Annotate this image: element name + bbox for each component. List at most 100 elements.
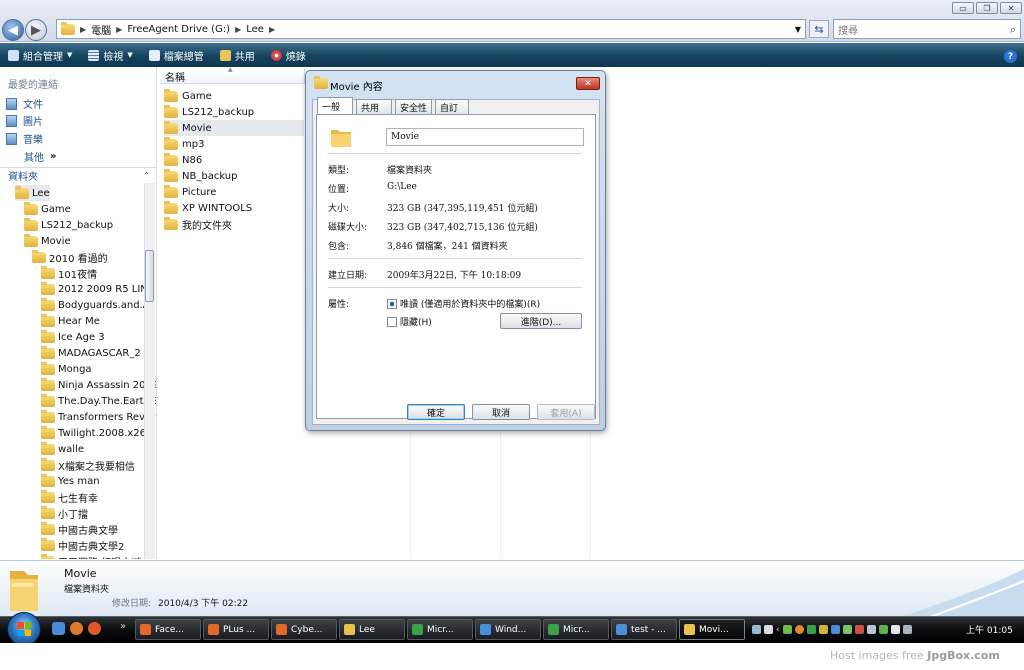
forward-button[interactable]: ▶ xyxy=(25,19,47,41)
favorite-documents[interactable]: 文件 xyxy=(6,96,43,111)
file-item[interactable]: Picture xyxy=(164,184,304,200)
tree-item[interactable]: Monga xyxy=(41,361,92,377)
tree-item[interactable]: Bodyguards.and.As xyxy=(41,297,155,313)
chevron-left-icon[interactable]: ‹ xyxy=(776,625,780,635)
burn-button[interactable]: 燒錄 xyxy=(263,43,314,67)
address-dropdown-icon[interactable]: ▼ xyxy=(795,25,801,34)
tab-sharing[interactable]: 共用 xyxy=(356,99,392,114)
breadcrumb-drive[interactable]: FreeAgent Drive (G:) xyxy=(127,24,230,35)
search-input[interactable]: 搜尋 ⌕ xyxy=(833,19,1021,39)
tray-app-icon[interactable] xyxy=(818,625,828,634)
tray-app-icon[interactable] xyxy=(794,625,804,634)
breadcrumb-computer[interactable]: 電腦 xyxy=(91,22,111,37)
tab-customize[interactable]: 自訂 xyxy=(435,99,469,114)
taskbar-clock[interactable]: 上午 01:05 xyxy=(966,623,1013,636)
tray-keyboard-icon[interactable] xyxy=(752,625,761,634)
tray-app-icon[interactable] xyxy=(866,625,876,634)
taskbar-button[interactable]: Wind... xyxy=(475,619,541,640)
organize-button[interactable]: 組合管理 ▼ xyxy=(0,43,80,67)
tree-item[interactable]: Hear Me xyxy=(41,313,100,329)
favorite-pictures[interactable]: 圖片 xyxy=(6,113,43,128)
taskbar-button[interactable]: test - ... xyxy=(611,619,677,640)
tray-app-icon[interactable] xyxy=(806,625,816,634)
search-icon[interactable]: ⌕ xyxy=(1010,23,1016,37)
refresh-button[interactable]: ⇆ xyxy=(809,20,829,38)
tray-volume-icon[interactable] xyxy=(902,625,912,634)
file-item[interactable]: N86 xyxy=(164,152,304,168)
tab-general[interactable]: 一般 xyxy=(317,97,353,115)
taskbar-button[interactable]: Micr... xyxy=(543,619,609,640)
tray-pen-icon[interactable] xyxy=(764,625,773,634)
tab-security[interactable]: 安全性 xyxy=(395,99,432,114)
tree-item[interactable]: Lee xyxy=(15,185,50,201)
double-chevron-icon[interactable]: » xyxy=(120,621,126,632)
share-button[interactable]: 共用 xyxy=(212,43,263,67)
views-button[interactable]: 檢視 ▼ xyxy=(80,43,140,67)
tree-item[interactable]: Movie xyxy=(24,233,71,249)
tree-item[interactable]: 2010 看過的 xyxy=(32,249,108,265)
tree-item[interactable]: Ninja Assassin 2009 xyxy=(41,377,156,393)
tray-app-icon[interactable] xyxy=(830,625,840,634)
tree-item[interactable]: MADAGASCAR_2 xyxy=(41,345,141,361)
tree-item[interactable]: Game xyxy=(24,201,71,217)
maximize-button[interactable]: ❐ xyxy=(976,2,998,14)
cancel-button[interactable]: 取消 xyxy=(472,404,530,420)
firefox-icon[interactable] xyxy=(88,622,101,635)
file-item[interactable]: Game xyxy=(164,88,304,104)
favorite-music[interactable]: 音樂 xyxy=(6,131,43,146)
close-window-button[interactable]: ✕ xyxy=(1000,2,1022,14)
folders-header[interactable]: 資料夾 ⌃ xyxy=(0,167,156,183)
address-path[interactable]: ▶ 電腦 ▶ FreeAgent Drive (G:) ▶ Lee ▶ ▼ xyxy=(56,19,806,39)
tree-item[interactable]: 天天賽跑 紅眼之謎 xyxy=(41,553,141,559)
tree-item[interactable]: 中國古典文學2 xyxy=(41,537,124,553)
file-item[interactable]: Movie xyxy=(164,120,304,136)
tree-item[interactable]: 2012 2009 R5 LINE xyxy=(41,281,154,297)
tray-app-icon[interactable] xyxy=(878,625,888,634)
explore-button[interactable]: 檔案總管 xyxy=(141,43,212,67)
tree-scrollbar[interactable] xyxy=(144,183,155,559)
file-item[interactable]: LS212_backup xyxy=(164,104,304,120)
tree-item[interactable]: 七生有幸 xyxy=(41,489,98,505)
advanced-button[interactable]: 進階(D)... xyxy=(500,313,582,329)
hidden-checkbox[interactable]: 隱藏(H) xyxy=(387,315,432,328)
dialog-close-button[interactable]: ✕ xyxy=(576,77,600,90)
help-icon[interactable]: ? xyxy=(1004,50,1017,63)
favorites-more[interactable]: 其他 » xyxy=(24,149,56,164)
breadcrumb-lee[interactable]: Lee xyxy=(246,24,264,35)
file-item[interactable]: NB_backup xyxy=(164,168,304,184)
start-button[interactable] xyxy=(7,612,41,646)
browser-icon[interactable] xyxy=(70,622,83,635)
tree-item[interactable]: Twilight.2008.x264. xyxy=(41,425,156,441)
file-item[interactable]: mp3 xyxy=(164,136,304,152)
file-item[interactable]: XP WINTOOLS xyxy=(164,200,304,216)
tree-item[interactable]: 中國古典文學 xyxy=(41,521,118,537)
taskbar-button[interactable]: Movi... xyxy=(679,619,745,640)
tray-network-icon[interactable] xyxy=(890,625,900,634)
show-desktop-icon[interactable] xyxy=(52,622,65,635)
tree-item[interactable]: Yes man xyxy=(41,473,100,489)
apply-button[interactable]: 套用(A) xyxy=(537,404,595,420)
minimize-button[interactable]: ▭ xyxy=(952,2,974,14)
ok-button[interactable]: 確定 xyxy=(407,404,465,420)
taskbar-button[interactable]: Face... xyxy=(135,619,201,640)
taskbar-button[interactable]: Micr... xyxy=(407,619,473,640)
tree-item[interactable]: 小丁擋 xyxy=(41,505,88,521)
tree-item[interactable]: Transformers Rever xyxy=(41,409,155,425)
tree-scroll-thumb[interactable] xyxy=(145,250,154,302)
taskbar-button[interactable]: Cybe... xyxy=(271,619,337,640)
tray-app-icon[interactable] xyxy=(782,625,792,634)
tray-app-icon[interactable] xyxy=(842,625,852,634)
taskbar-button[interactable]: Lee xyxy=(339,619,405,640)
taskbar-button[interactable]: PLus ... xyxy=(203,619,269,640)
file-item[interactable]: 我的文件夾 xyxy=(164,216,304,232)
tray-app-icon[interactable] xyxy=(854,625,864,634)
back-button[interactable]: ◀ xyxy=(2,19,24,41)
tree-item[interactable]: Ice Age 3 xyxy=(41,329,105,345)
tree-item[interactable]: LS212_backup xyxy=(24,217,113,233)
tree-item[interactable]: X檔案之我要相信 xyxy=(41,457,135,473)
tree-item[interactable]: 101夜情 xyxy=(41,265,97,281)
tree-item[interactable]: walle xyxy=(41,441,84,457)
folder-name-field[interactable]: Movie xyxy=(386,128,584,146)
readonly-checkbox[interactable]: 唯讀 (僅適用於資料夾中的檔案)(R) xyxy=(387,297,540,310)
tree-item[interactable]: The.Day.The.Earth.S xyxy=(41,393,156,409)
